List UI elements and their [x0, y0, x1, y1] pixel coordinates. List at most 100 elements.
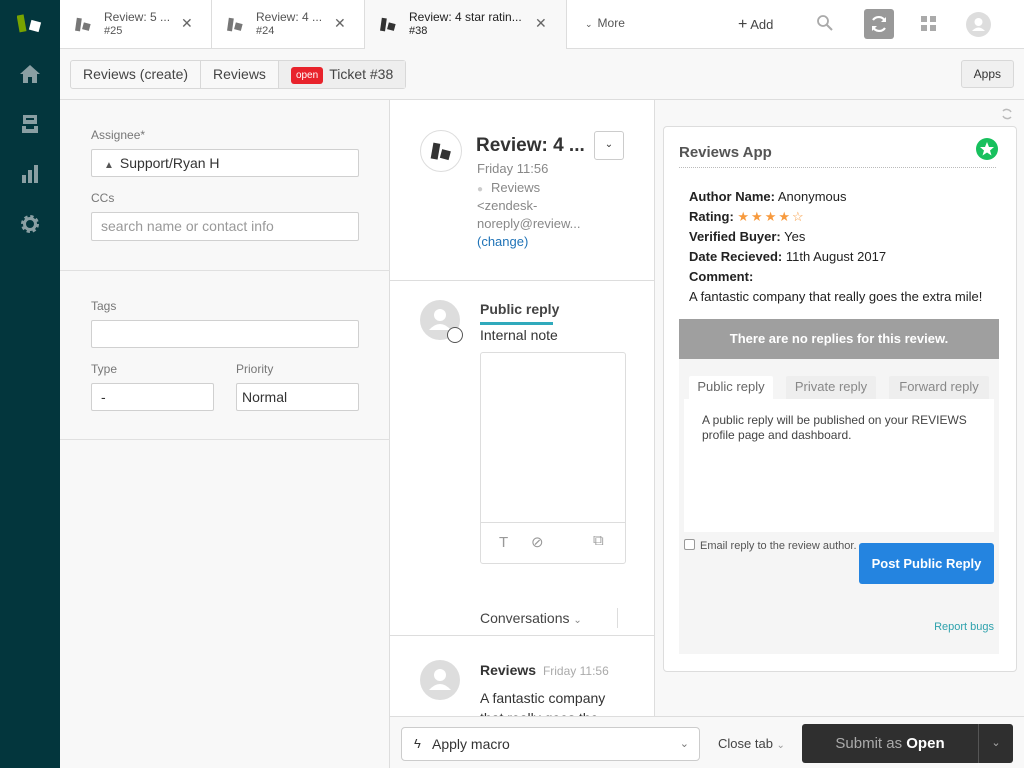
comment-header: Reviews Friday 11:56	[480, 662, 609, 678]
ticket-tab-icon	[380, 17, 396, 32]
conversations-label: Conversations	[480, 610, 570, 626]
reviews-app-card: Reviews App Author Name: Anonymous Ratin…	[663, 126, 1017, 672]
priority-label: Priority	[236, 362, 274, 376]
requester-name: Reviews	[491, 180, 541, 195]
internal-note-tab[interactable]: Internal note	[480, 327, 558, 343]
attachment-icon[interactable]: ⊘	[531, 533, 544, 551]
checkbox-icon[interactable]	[684, 539, 695, 550]
user-avatar[interactable]	[966, 12, 991, 37]
status-badge: open	[290, 67, 324, 84]
ticket-subject[interactable]: Review: 4 ...	[476, 135, 585, 157]
no-replies-banner: There are no replies for this review.	[679, 319, 999, 359]
author-row: Author Name: Anonymous	[689, 189, 847, 204]
ticket-tab-24[interactable]: Review: 4 ... #24 ✕	[212, 0, 365, 48]
ticket-tab-38[interactable]: Review: 4 star ratin... #38 ✕	[365, 0, 567, 49]
apps-button[interactable]: Apps	[960, 60, 1014, 88]
breadcrumb-reviews[interactable]: Reviews	[201, 61, 279, 88]
divider	[60, 439, 390, 440]
lightning-icon: ϟ	[414, 736, 421, 751]
conversation-pane: Review: 4 ... ⌄ Friday 11:56 ● Reviews <z…	[390, 100, 655, 716]
product-tray-icon[interactable]	[921, 16, 936, 31]
close-tab-icon[interactable]: ✕	[535, 15, 547, 32]
refresh-icon	[872, 15, 886, 33]
ccs-input[interactable]: search name or contact info	[91, 212, 359, 241]
assignee-field[interactable]: ▲ Support/Ryan H	[91, 149, 359, 177]
chevron-down-icon: ⌄	[679, 738, 689, 750]
comment-author[interactable]: Reviews	[480, 662, 536, 678]
divider	[679, 167, 996, 168]
user-icon	[972, 18, 985, 31]
date-row: Date Recieved: 11th August 2017	[689, 249, 887, 264]
close-tab-dropdown[interactable]: Close tab ⌄	[718, 736, 785, 751]
conversations-filter[interactable]: Conversations ⌄	[480, 610, 582, 626]
ticket-options-dropdown[interactable]: ⌄	[594, 131, 624, 160]
requester-avatar	[420, 130, 462, 172]
private-reply-tab[interactable]: Private reply	[786, 376, 876, 400]
comment-label: Comment:	[689, 269, 754, 284]
rating-row: Rating: ★★★★☆	[689, 209, 806, 224]
add-button[interactable]: + Add	[738, 16, 773, 34]
ticket-tab-25[interactable]: Review: 5 ... #25 ✕	[60, 0, 212, 48]
tags-input[interactable]	[91, 320, 359, 348]
ccs-label: CCs	[91, 191, 115, 205]
ticket-subheader: Reviews (create) Reviews open Ticket #38 …	[60, 49, 1024, 100]
apps-pane: Reviews App Author Name: Anonymous Ratin…	[655, 100, 1024, 716]
chevron-down-icon: ⌄	[573, 615, 582, 626]
author-value: Anonymous	[777, 189, 847, 204]
macro-label: Apply macro	[432, 736, 510, 752]
checkbox-label: Email reply to the review author.	[700, 540, 857, 552]
sync-button[interactable]	[864, 9, 894, 39]
dot-icon: ●	[477, 184, 484, 195]
more-tabs-button[interactable]: ⌄ More	[585, 16, 625, 30]
home-icon[interactable]	[19, 63, 41, 85]
assignee-label: Assignee*	[91, 128, 146, 142]
tab-title: Review: 5 ...	[104, 10, 171, 24]
ticket-time: Friday 11:56	[477, 161, 549, 176]
search-icon[interactable]	[816, 14, 834, 32]
comment-time: Friday 11:56	[542, 664, 609, 678]
text-format-icon[interactable]: T	[499, 534, 508, 551]
tab-ticket-number: #24	[256, 25, 275, 37]
public-reply-tab[interactable]: Public reply	[480, 301, 559, 317]
email-author-checkbox[interactable]: Email reply to the review author.	[684, 539, 857, 552]
comment-body: A fantastic company that really goes the…	[480, 690, 606, 716]
breadcrumb-ticket[interactable]: open Ticket #38	[278, 61, 406, 88]
report-bugs-link[interactable]: Report bugs	[934, 621, 994, 633]
breadcrumb-reviews-create[interactable]: Reviews (create)	[71, 61, 202, 88]
tab-title: Review: 4 star ratin...	[409, 10, 522, 24]
chevron-down-icon: ⌄	[776, 740, 785, 751]
top-bar: Review: 5 ... #25 ✕ Review: 4 ... #24 ✕ …	[60, 0, 1024, 49]
public-reply-tab[interactable]: Public reply	[689, 376, 773, 400]
reply-textarea[interactable]: A public reply will be published on your…	[684, 399, 994, 532]
date-value: 11th August 2017	[785, 249, 887, 264]
submit-button[interactable]: Submit as Open ⌄	[802, 724, 1013, 763]
submit-options-chevron-icon[interactable]: ⌄	[979, 724, 1013, 763]
type-label: Type	[91, 362, 118, 376]
change-requester-link[interactable]: (change)	[477, 234, 528, 249]
submit-label: Submit as Open	[835, 735, 945, 752]
active-tab-underline	[480, 322, 553, 325]
refresh-apps-icon[interactable]	[1000, 107, 1014, 121]
forward-reply-tab[interactable]: Forward reply	[889, 376, 989, 400]
reply-editor[interactable]: T ⊘ ⧉	[480, 352, 626, 564]
breadcrumb: Reviews (create) Reviews open Ticket #38	[70, 60, 407, 89]
post-public-reply-button[interactable]: Post Public Reply	[859, 543, 994, 584]
apply-macro-select[interactable]: ϟ Apply macro ⌄	[401, 727, 700, 761]
close-tab-icon[interactable]: ✕	[334, 15, 346, 32]
close-tab-icon[interactable]: ✕	[181, 15, 193, 32]
divider	[60, 270, 390, 271]
reporting-icon[interactable]	[19, 163, 41, 185]
zendesk-logo-icon[interactable]	[17, 13, 43, 35]
add-label: Add	[750, 17, 774, 32]
type-select[interactable]: -	[91, 383, 214, 411]
more-label: More	[597, 16, 625, 30]
chevron-down-icon: ⌄	[585, 19, 593, 29]
settings-gear-icon[interactable]	[19, 213, 41, 235]
tags-label: Tags	[91, 299, 117, 313]
views-icon[interactable]	[19, 113, 41, 135]
reviews-logo-icon	[430, 142, 451, 161]
apps-puzzle-icon[interactable]: ⧉	[593, 532, 604, 549]
priority-select[interactable]: Normal	[236, 383, 359, 411]
ticket-tab-icon	[227, 17, 243, 32]
verified-row: Verified Buyer: Yes	[689, 229, 806, 244]
